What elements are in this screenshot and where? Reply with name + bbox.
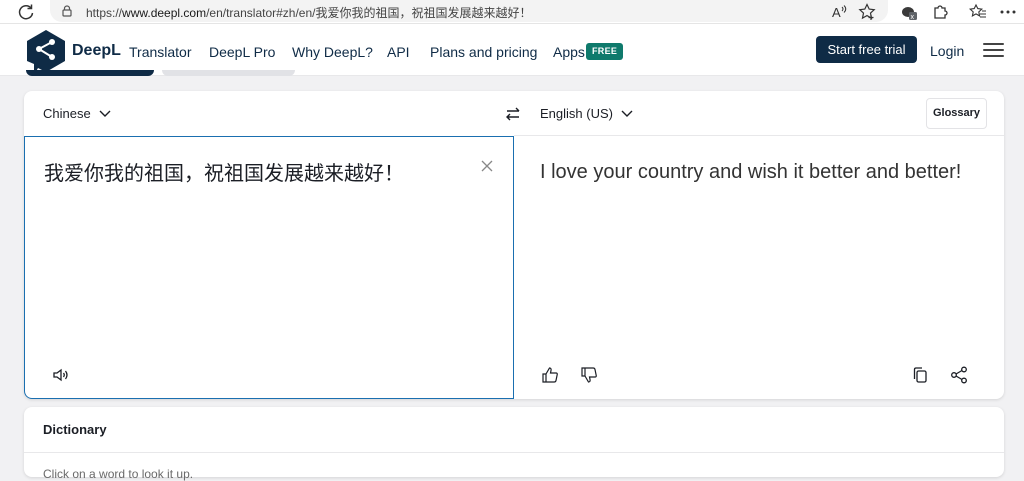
speaker-icon[interactable] [52,366,70,384]
nav-deepl-pro[interactable]: DeepL Pro [209,44,275,60]
dictionary-title: Dictionary [43,422,107,437]
brand-name[interactable]: DeepL [72,42,121,60]
close-icon[interactable] [480,159,494,173]
favorites-icon[interactable] [968,2,988,22]
free-badge: FREE [586,43,624,60]
swap-languages-icon[interactable] [504,105,522,123]
thumbs-up-icon[interactable] [541,366,559,384]
nav-plans-pricing[interactable]: Plans and pricing [430,44,537,60]
site-header: DeepL Translator DeepL Pro Why DeepL? AP… [0,24,1024,76]
source-language-select[interactable]: Chinese [43,106,111,121]
translator-panel: Chinese English (US) Glossary 我爱你我的祖国，祝祖… [24,91,1004,399]
nav-why-deepl[interactable]: Why DeepL? [292,44,373,60]
browser-toolbar: https://www.deepl.com/en/translator#zh/e… [0,0,1024,24]
more-icon[interactable] [998,2,1018,22]
svg-text:x: x [911,14,915,21]
lock-icon[interactable] [60,4,74,18]
extension-icon[interactable]: x [899,2,919,22]
thumbs-down-icon[interactable] [580,366,598,384]
puzzle-icon[interactable] [930,2,950,22]
brand-subtitle[interactable]: Translator [129,44,192,60]
source-text[interactable]: 我爱你我的祖国，祝祖国发展越来越好！ [44,157,404,186]
read-aloud-icon[interactable]: A [829,2,849,22]
target-language-label: English (US) [540,106,613,121]
source-textarea[interactable]: 我爱你我的祖国，祝祖国发展越来越好！ [24,136,514,399]
dictionary-hint: Click on a word to look it up. [43,467,194,481]
login-link[interactable]: Login [930,43,964,59]
copy-icon[interactable] [911,366,929,384]
refresh-icon[interactable] [16,2,36,22]
glossary-button[interactable]: Glossary [926,98,987,129]
menu-icon[interactable] [983,43,1004,57]
nav-apps[interactable]: Apps [553,44,585,60]
translate-text-tab[interactable] [26,70,154,76]
translate-files-tab[interactable] [162,70,295,76]
share-icon[interactable] [950,366,968,384]
dictionary-panel: Dictionary Click on a word to look it up… [24,407,1004,481]
chevron-down-icon [621,110,633,117]
divider [514,135,1004,136]
url-text[interactable]: https://www.deepl.com/en/translator#zh/e… [86,4,531,21]
divider [24,452,1004,453]
translation-output[interactable]: I love your country and wish it better a… [540,161,961,184]
start-free-trial-button[interactable]: Start free trial [816,36,917,63]
nav-api[interactable]: API [387,44,410,60]
svg-text:A: A [832,5,841,20]
target-language-select[interactable]: English (US) [540,106,633,121]
deepl-logo-icon[interactable] [24,28,68,76]
source-language-label: Chinese [43,106,91,121]
chevron-down-icon [99,110,111,117]
favorite-star-icon[interactable] [857,2,877,22]
